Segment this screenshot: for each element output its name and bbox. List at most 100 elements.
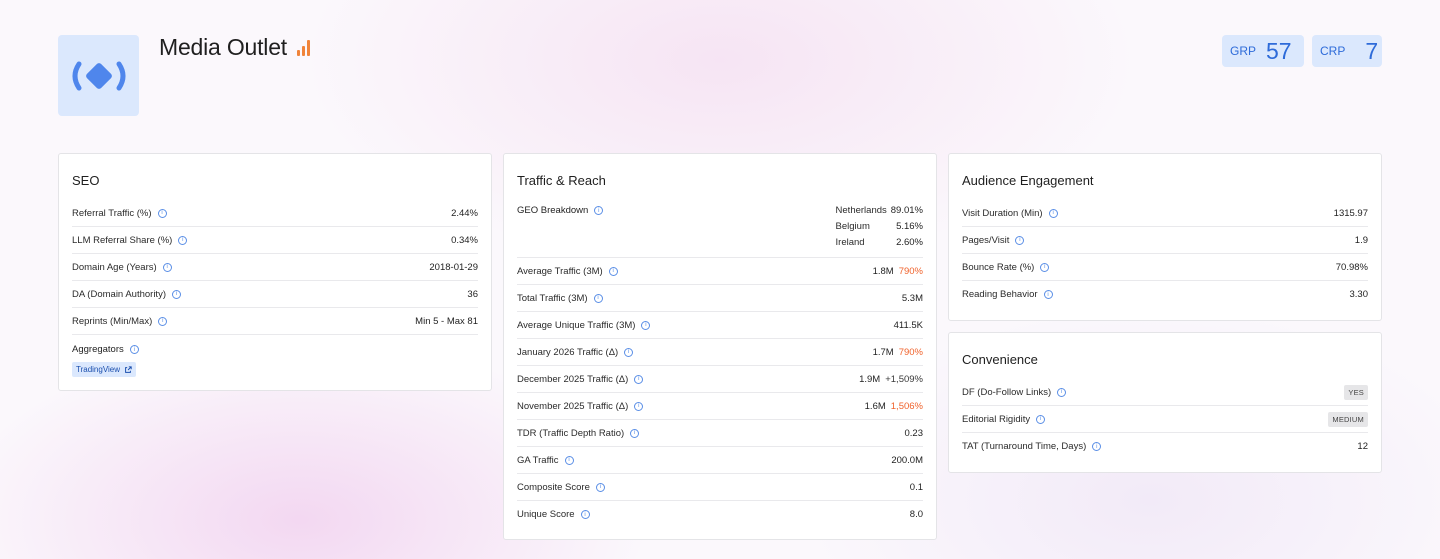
info-icon[interactable]: i xyxy=(634,374,644,384)
traffic-row: November 2025 Traffic (Δ) i 1.6M 1,506% xyxy=(517,393,923,420)
info-icon[interactable]: i xyxy=(171,289,181,299)
info-icon[interactable]: i xyxy=(580,510,590,519)
traffic-value: 0.23 xyxy=(904,427,924,439)
traffic-value: 1.6M xyxy=(864,400,886,412)
seo-label: Reprints (Min/Max) xyxy=(72,315,153,327)
seo-value: 2.44% xyxy=(451,207,478,219)
traffic-value: 411.5K xyxy=(893,319,923,331)
traffic-row: Total Traffic (3M) i 5.3M xyxy=(517,285,923,312)
grp-label: GRP xyxy=(1230,44,1257,58)
traffic-label: December 2025 Traffic (Δ) xyxy=(517,373,629,385)
seo-value: 36 xyxy=(467,288,478,300)
geo-country: Ireland xyxy=(835,237,865,248)
traffic-row: Composite Score i 0.1 xyxy=(517,474,923,501)
traffic-card: Traffic & Reach GEO Breakdown i Netherlan… xyxy=(503,153,937,540)
geo-list: Netherlands 89.01% Belgium 5.16% Ireland… xyxy=(836,205,923,248)
info-icon[interactable]: i xyxy=(594,206,604,215)
outlet-name: Media Outlet xyxy=(159,34,287,60)
info-icon[interactable]: i xyxy=(178,235,188,245)
outlet-page: Media Outlet GRP 57 CRP 7 SEO Referral T… xyxy=(0,0,1440,559)
geo-pct: 2.60% xyxy=(896,237,923,248)
convenience-label: TAT (Turnaround Time, Days) xyxy=(962,441,1087,452)
info-icon[interactable]: i xyxy=(1057,387,1067,397)
traffic-label: Average Unique Traffic (3M) xyxy=(517,319,636,331)
seo-row: DA (Domain Authority) i 36 xyxy=(72,281,478,308)
traffic-delta: 1,506% xyxy=(890,400,923,412)
page-title: Media Outlet xyxy=(159,34,310,61)
traffic-row: December 2025 Traffic (Δ) i 1.9M +1,509% xyxy=(517,366,923,393)
traffic-label: TDR (Traffic Depth Ratio) xyxy=(517,427,625,439)
info-icon[interactable]: i xyxy=(1092,442,1102,451)
engagement-value: 3.30 xyxy=(1349,289,1369,300)
traffic-label: January 2026 Traffic (Δ) xyxy=(517,346,619,358)
convenience-row: TAT (Turnaround Time, Days) i 12 xyxy=(962,433,1368,460)
info-icon[interactable]: i xyxy=(1043,290,1053,299)
engagement-row: Bounce Rate (%) i 70.98% xyxy=(962,254,1368,281)
seo-label: LLM Referral Share (%) xyxy=(72,234,173,246)
info-icon[interactable]: i xyxy=(1048,208,1058,218)
seo-card: SEO Referral Traffic (%) i 2.44% LLM Refe… xyxy=(58,153,492,391)
engagement-label: Pages/Visit xyxy=(962,234,1010,246)
traffic-label: GA Traffic xyxy=(517,454,559,466)
traffic-value: 5.3M xyxy=(901,292,923,304)
info-icon[interactable]: i xyxy=(162,262,172,272)
crp-badge: CRP 7 xyxy=(1312,35,1382,67)
crp-label: CRP xyxy=(1320,44,1346,58)
aggregators-label: Aggregators xyxy=(72,344,124,355)
info-icon[interactable]: i xyxy=(624,347,634,357)
outlet-logo xyxy=(58,35,139,116)
engagement-value: 1.9 xyxy=(1354,234,1368,246)
engagement-row: Reading Behavior i 3.30 xyxy=(962,281,1368,308)
info-icon[interactable]: i xyxy=(158,316,168,326)
info-icon[interactable]: i xyxy=(608,266,618,276)
traffic-value: 8.0 xyxy=(909,509,923,520)
info-icon[interactable]: i xyxy=(634,401,644,411)
info-icon[interactable]: i xyxy=(630,428,640,438)
aggregators-row: Aggregators i TradingView xyxy=(72,335,478,377)
traffic-value: 0.1 xyxy=(909,481,923,493)
aggregator-chip-tradingview[interactable]: TradingView xyxy=(72,362,137,377)
grp-badge: GRP 57 xyxy=(1222,35,1304,67)
traffic-row: TDR (Traffic Depth Ratio) i 0.23 xyxy=(517,420,923,447)
traffic-value: 1.9M xyxy=(859,373,881,385)
status-badge: YES xyxy=(1344,384,1368,400)
info-icon[interactable]: i xyxy=(129,345,139,354)
seo-value: 2018-01-29 xyxy=(429,261,478,273)
traffic-delta: +1,509% xyxy=(885,373,923,385)
convenience-card: Convenience DF (Do-Follow Links) i YES Ed… xyxy=(948,332,1382,473)
traffic-delta: 790% xyxy=(898,265,923,277)
engagement-label: Visit Duration (Min) xyxy=(962,207,1043,219)
seo-label: DA (Domain Authority) xyxy=(72,288,166,300)
info-icon[interactable]: i xyxy=(157,208,167,218)
info-icon[interactable]: i xyxy=(1015,235,1025,245)
convenience-label: DF (Do-Follow Links) xyxy=(962,386,1052,398)
engagement-row: Pages/Visit i 1.9 xyxy=(962,227,1368,254)
traffic-value: 1.8M xyxy=(872,265,894,277)
geo-label: GEO Breakdown xyxy=(517,205,589,216)
traffic-rows: GEO Breakdown i Netherlands 89.01% Belgiu… xyxy=(517,200,923,528)
seo-rows: Referral Traffic (%) i 2.44% LLM Referral… xyxy=(72,200,478,377)
info-icon[interactable]: i xyxy=(641,320,651,330)
traffic-value: 200.0M xyxy=(891,454,923,466)
seo-title: SEO xyxy=(72,173,100,188)
info-icon[interactable]: i xyxy=(595,482,605,492)
traffic-delta: 790% xyxy=(898,346,923,358)
info-icon[interactable]: i xyxy=(564,455,574,465)
info-icon[interactable]: i xyxy=(593,293,603,303)
geo-pct: 5.16% xyxy=(896,221,923,232)
aggregator-chip-label: TradingView xyxy=(76,365,121,374)
traffic-row: Unique Score i 8.0 xyxy=(517,501,923,528)
status-badge: MEDIUM xyxy=(1328,411,1368,427)
traffic-value: 1.7M xyxy=(872,346,894,358)
engagement-value: 70.98% xyxy=(1335,261,1368,273)
engagement-card: Audience Engagement Visit Duration (Min)… xyxy=(948,153,1382,321)
traffic-label: Average Traffic (3M) xyxy=(517,265,603,277)
traffic-label: Total Traffic (3M) xyxy=(517,292,588,304)
info-icon[interactable]: i xyxy=(1040,262,1050,272)
convenience-label: Editorial Rigidity xyxy=(962,413,1031,425)
info-icon[interactable]: i xyxy=(1036,414,1046,424)
traffic-label: Composite Score xyxy=(517,481,590,493)
engagement-rows: Visit Duration (Min) i 1315.97 Pages/Visi… xyxy=(962,200,1368,308)
traffic-row: GA Traffic i 200.0M xyxy=(517,447,923,474)
seo-value: Min 5 - Max 81 xyxy=(415,315,478,327)
